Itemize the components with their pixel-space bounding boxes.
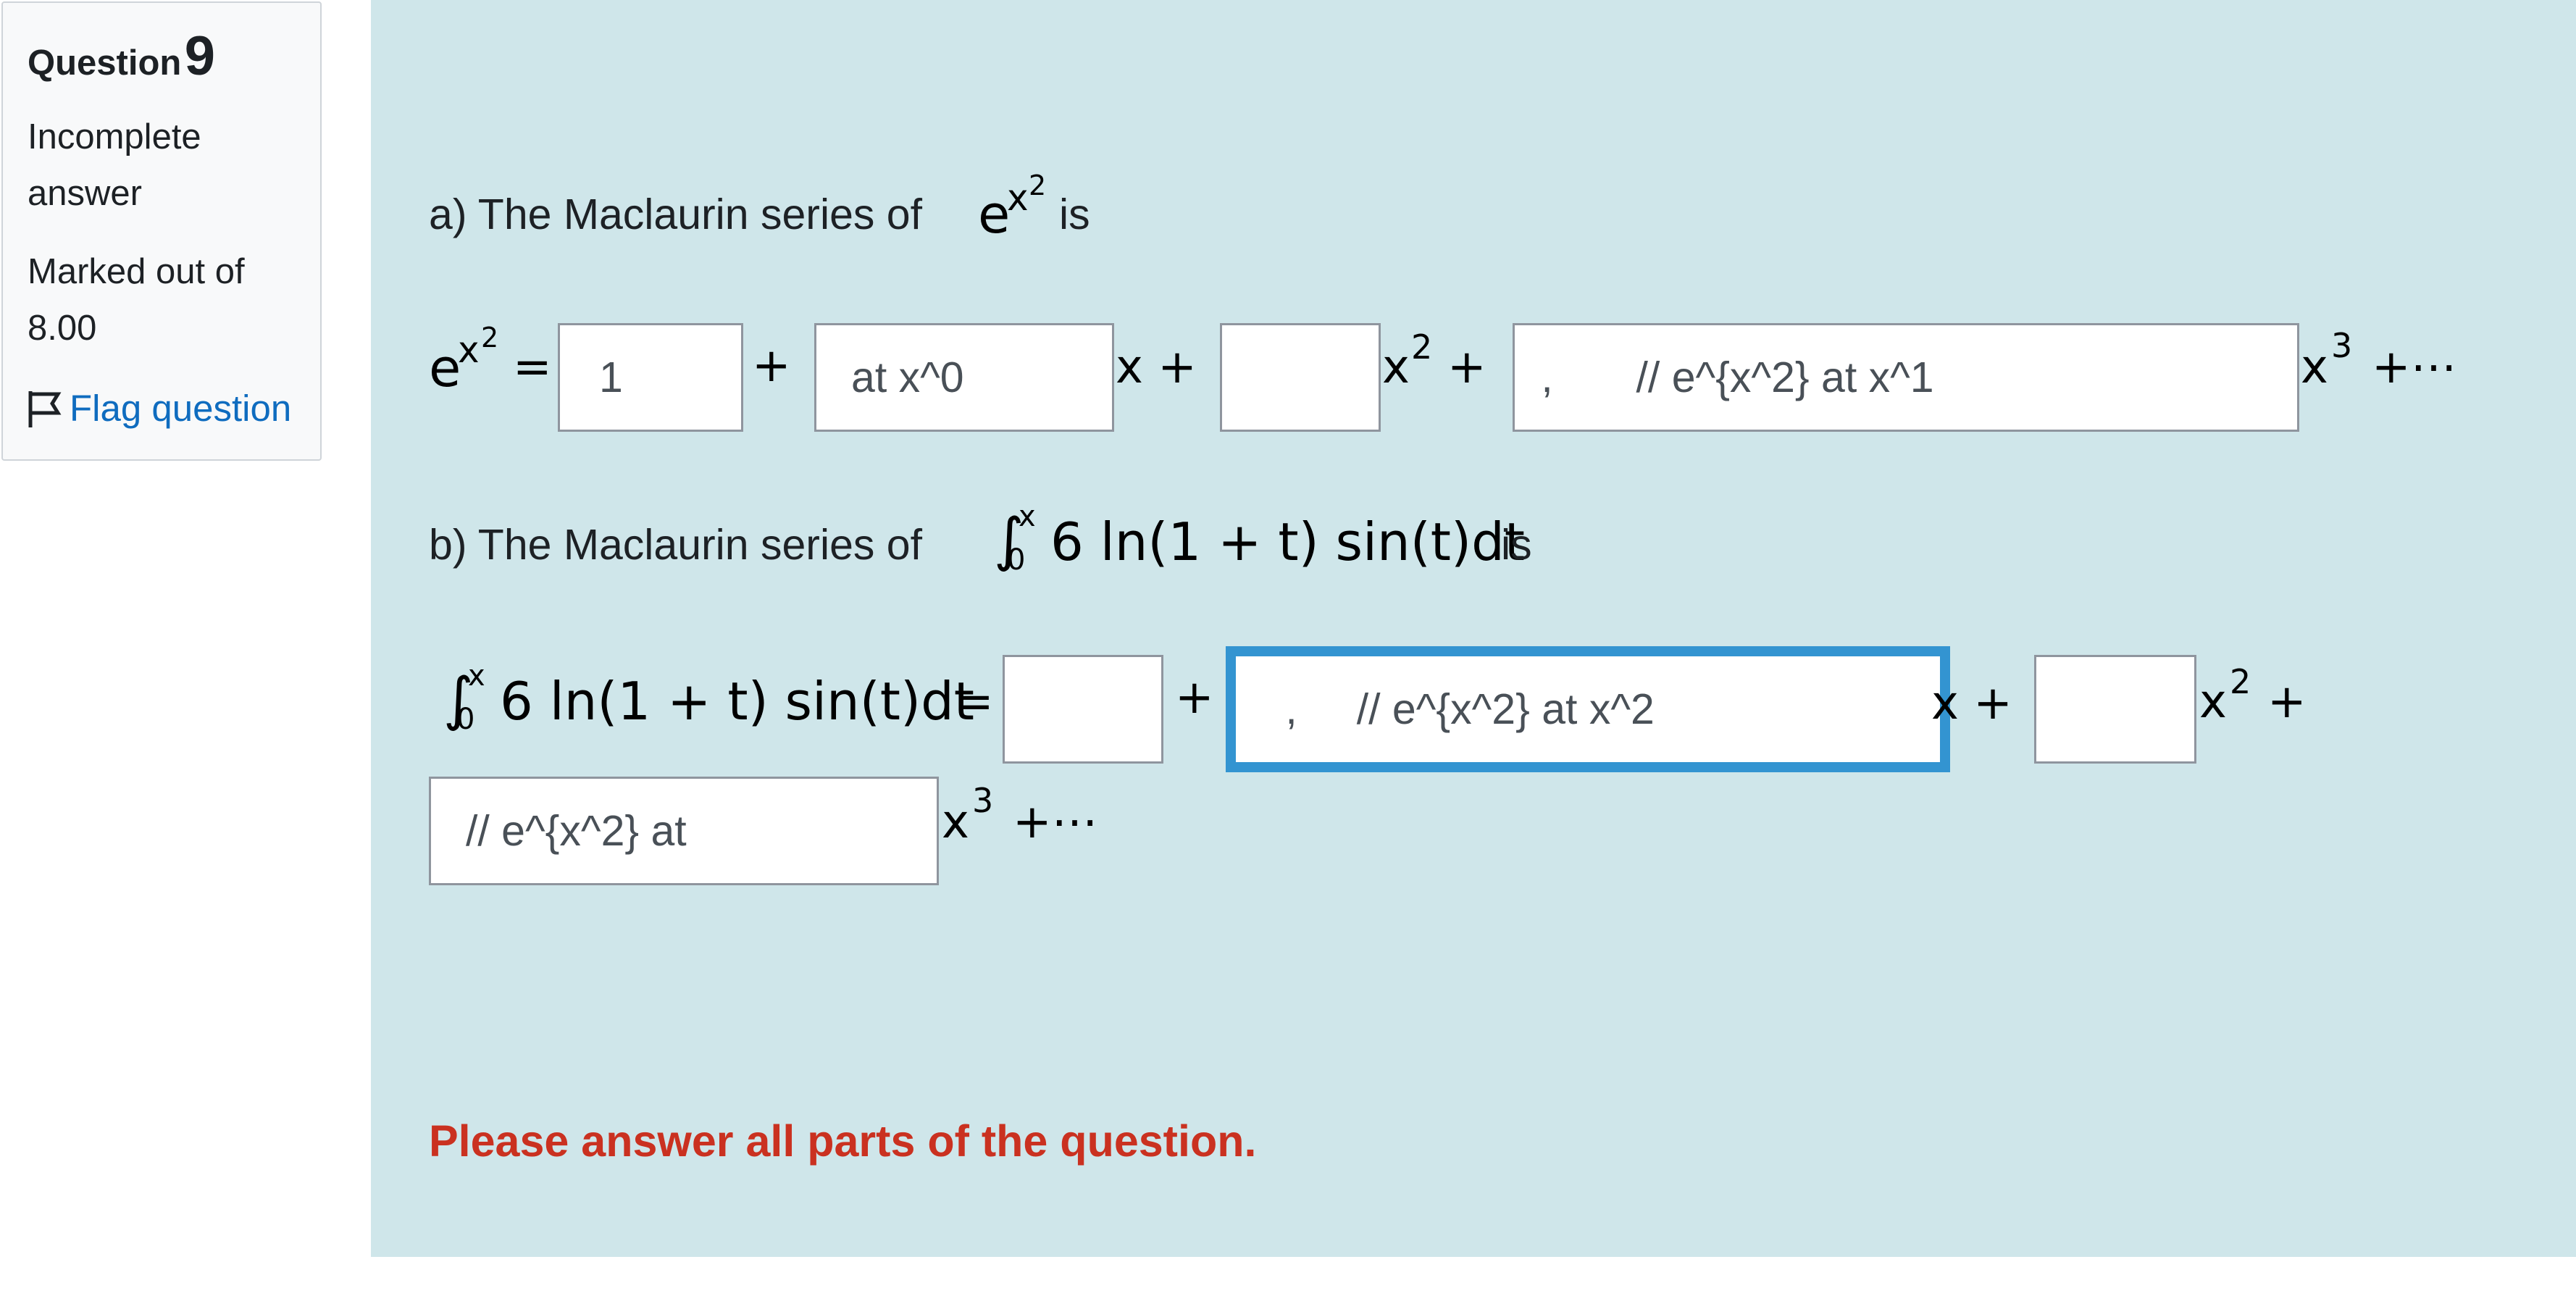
part-a-intro: a) The Maclaurin series of: [429, 190, 922, 239]
part-a-lhs: e x 2: [429, 322, 501, 398]
part-a-x3-term: x 3 +⋯: [2299, 326, 2473, 396]
lhs-base: e: [429, 338, 461, 398]
part-a-answer-2-value: at x^0: [851, 354, 964, 401]
question-state: Incomplete answer: [28, 117, 201, 213]
part-b-equals: =: [955, 675, 994, 729]
part-a-intro-suffix: is: [1059, 191, 1090, 238]
part-a-x-term: x +: [1116, 340, 1197, 394]
part-a-x2-term: x 2 +: [1381, 327, 1489, 396]
lhs-exponent-power: 2: [481, 322, 499, 354]
question-number: 9: [184, 25, 216, 87]
part-b-answer-4[interactable]: // e^{x^2} at: [429, 777, 939, 885]
part-a-answer-4[interactable]: , // e^{x^2} at x^1: [1513, 323, 2299, 432]
part-b-x2-term: x 2 +: [2198, 661, 2307, 729]
part-a-intro-text: a) The Maclaurin series of: [429, 191, 922, 238]
x3-power: 3: [972, 781, 994, 820]
x3-power: 3: [2331, 326, 2353, 365]
flag-question-link[interactable]: Flag question: [25, 387, 291, 430]
x2-plus: +: [2267, 675, 2307, 729]
x2-base: x: [1382, 340, 1410, 394]
part-b-answer-3[interactable]: [2034, 655, 2196, 764]
part-b-x3-term: x 3 +⋯: [940, 781, 1114, 849]
part-b-answer-2[interactable]: , // e^{x^2} at x^2: [1226, 646, 1950, 772]
flag-outline-icon: [25, 388, 65, 429]
x3-tail: +⋯: [2372, 340, 2457, 394]
part-b-intro-suffix: is: [1501, 521, 1532, 569]
part-a-answer-3[interactable]: [1220, 323, 1381, 432]
part-b-answer-4-value: // e^{x^2} at: [466, 807, 687, 855]
part-a-equals: =: [513, 340, 552, 394]
integral-lower-limit: 0: [1007, 543, 1026, 577]
integral-lower-limit: 0: [456, 703, 475, 736]
question-label: Question: [28, 43, 182, 83]
x2-base: x: [2199, 675, 2227, 729]
exp-exponent-power: 2: [1029, 170, 1047, 201]
x3-tail: +⋯: [1013, 795, 1098, 849]
part-a-answer-1-value: 1: [599, 354, 623, 401]
part-b-lhs-integral: ∫ x 0 6 ln(1 + t) sin(t)dt: [443, 659, 975, 748]
integral-body: 6 ln(1 + t) sin(t)dt: [500, 671, 975, 732]
part-a-plus-1: +: [752, 339, 791, 393]
x2-power: 2: [2230, 662, 2251, 701]
x3-base: x: [2301, 340, 2328, 394]
exp-exponent: x: [1007, 177, 1029, 219]
integral-upper-limit: x: [468, 659, 485, 693]
question-formulation: a) The Maclaurin series of e x 2 is e x …: [371, 0, 2576, 1257]
part-a-answer-4-value: , // e^{x^2} at x^1: [1529, 354, 1934, 401]
part-a-intro-expression: e x 2: [978, 170, 1046, 245]
question-info-panel: Question 9 Incomplete answer Marked out …: [1, 1, 322, 461]
integral-upper-limit: x: [1019, 500, 1036, 533]
part-a-answer-2[interactable]: at x^0: [814, 323, 1114, 432]
question-number-heading: Question 9: [28, 25, 215, 88]
lhs-exponent: x: [458, 329, 480, 371]
validation-error: Please answer all parts of the question.: [429, 1116, 1257, 1166]
x2-power: 2: [1411, 327, 1433, 367]
x2-plus: +: [1447, 340, 1486, 394]
exp-base: e: [978, 184, 1011, 245]
part-b-answer-2-value: , // e^{x^2} at x^2: [1274, 685, 1655, 733]
part-a-answer-1[interactable]: 1: [558, 323, 743, 432]
part-b-answer-1[interactable]: [1003, 655, 1163, 764]
part-b-plus-1: +: [1175, 671, 1214, 724]
integral-body: 6 ln(1 + t) sin(t)dt: [1050, 511, 1526, 572]
part-b-intro-integral: ∫ x 0 6 ln(1 + t) sin(t)dt: [994, 500, 1573, 587]
question-marks: Marked out of 8.00: [28, 252, 245, 348]
part-b-x-term: x +: [1931, 677, 2012, 730]
part-b-intro: b) The Maclaurin series of: [429, 521, 922, 569]
x3-base: x: [942, 795, 969, 849]
flag-question-label[interactable]: Flag question: [70, 387, 291, 430]
